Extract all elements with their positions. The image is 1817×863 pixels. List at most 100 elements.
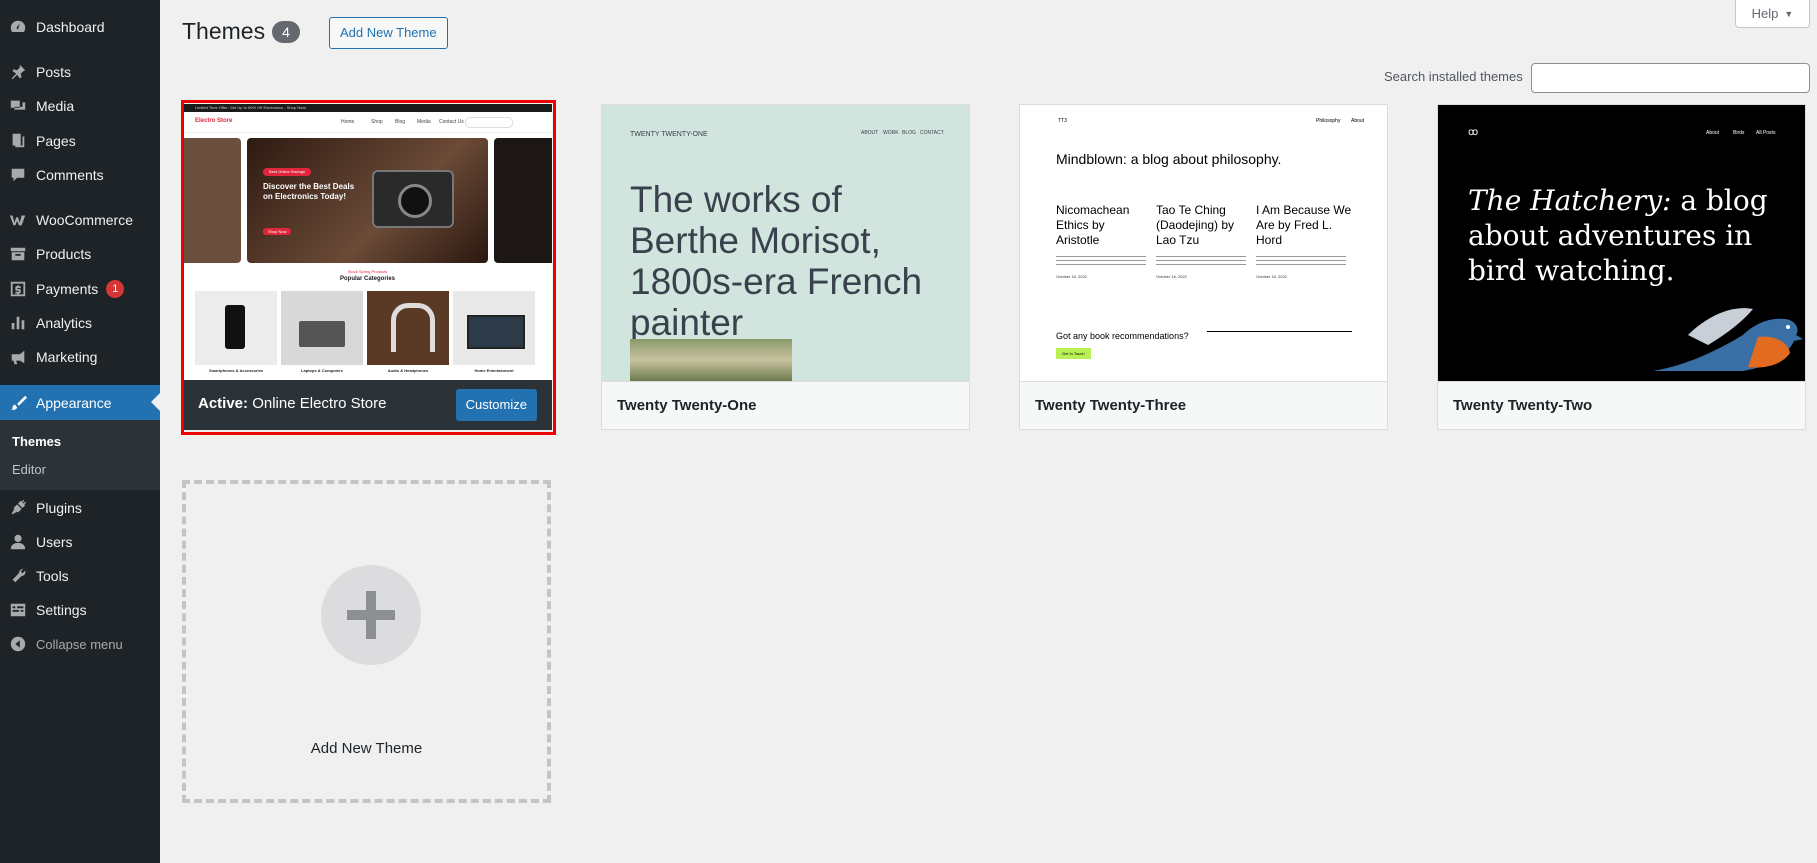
preview-post-title: Tao Te Ching (Daodejing) by Lao Tzu	[1156, 203, 1235, 247]
preview-nav-item: Shop	[371, 119, 383, 125]
admin-sidebar: Dashboard Posts Media Pages Comments Woo…	[0, 0, 160, 863]
preview-slide-next	[494, 138, 552, 263]
preview-section-kicker: Stock Spring Products	[347, 269, 388, 274]
preview-hero-button: Shop Now	[263, 228, 292, 235]
search-installed-themes-input[interactable]	[1531, 63, 1810, 93]
add-new-theme-button[interactable]: Add New Theme	[329, 17, 448, 49]
preview-nav-item: All Posts	[1756, 130, 1776, 136]
page-title: Themes	[182, 18, 266, 44]
bird-illustration-icon	[1653, 308, 1803, 371]
theme-count-badge: 4	[272, 21, 300, 43]
preview-cta-button: Get In Touch	[1056, 348, 1091, 359]
preview-excerpt-lines	[1256, 256, 1346, 266]
preview-category-image	[195, 291, 277, 365]
sidebar-item-settings[interactable]: Settings	[0, 593, 160, 627]
sidebar-item-products[interactable]: Products	[0, 237, 160, 271]
preview-hero: Best Online Savings Discover the Best De…	[247, 138, 488, 263]
preview-nav-item: About	[1706, 130, 1720, 136]
preview-nav-item: WORK	[883, 130, 899, 136]
submenu-item-editor[interactable]: Editor	[12, 462, 46, 477]
preview-nav-item: Blog	[395, 119, 406, 125]
preview-section-title: Popular Categories	[339, 276, 395, 282]
preview-divider	[1207, 331, 1352, 332]
customize-button[interactable]: Customize	[455, 389, 537, 421]
pin-icon	[9, 63, 27, 81]
sidebar-item-payments[interactable]: Payments 1	[0, 272, 160, 306]
media-icon	[9, 97, 27, 115]
sidebar-item-label: Analytics	[36, 315, 93, 331]
preview-excerpt-lines	[1056, 256, 1146, 266]
preview-nav-item: Home	[341, 119, 355, 125]
painting-image	[630, 339, 792, 381]
sidebar-item-pages[interactable]: Pages	[0, 124, 160, 158]
camera-icon	[372, 170, 454, 228]
sidebar-item-label: Tools	[36, 568, 69, 584]
theme-card-active[interactable]: Limited Time Offer: Get Up to 50% Off El…	[183, 104, 552, 430]
sidebar-item-label: Pages	[36, 133, 76, 149]
collapse-menu-label: Collapse menu	[36, 636, 123, 652]
sidebar-item-analytics[interactable]: Analytics	[0, 306, 160, 340]
active-theme-footer: Active: Online Electro Store Customize	[183, 380, 552, 430]
sidebar-item-users[interactable]: Users	[0, 525, 160, 559]
preview-post-date: October 16, 2022	[1056, 274, 1087, 279]
theme-footer: Twenty Twenty-One	[602, 381, 969, 429]
preview-site-title: TWENTY TWENTY-ONE	[630, 131, 708, 138]
theme-screenshot[interactable]: TWENTY TWENTY-ONE ABOUT WORK BLOG CONTAC…	[602, 105, 969, 381]
preview-post-title: I Am Because We Are by Fred L. Hord	[1256, 203, 1352, 247]
theme-screenshot[interactable]: TT3 Philosophy About Mindblown: a blog a…	[1020, 105, 1387, 381]
preview-nav-item: BLOG	[902, 130, 916, 136]
sidebar-item-tools[interactable]: Tools	[0, 559, 160, 593]
preview-hero-badge: Best Online Savings	[263, 168, 312, 176]
sidebar-item-label: Products	[36, 246, 92, 262]
theme-footer: Twenty Twenty-Two	[1438, 381, 1805, 429]
help-label: Help	[1751, 6, 1779, 21]
search-label: Search installed themes	[1384, 69, 1523, 84]
sidebar-item-label: Dashboard	[36, 19, 105, 35]
theme-card-twenty-twenty-three[interactable]: TT3 Philosophy About Mindblown: a blog a…	[1019, 104, 1388, 430]
preview-headline-em: The Hatchery:	[1468, 184, 1672, 217]
theme-screenshot[interactable]: ꝏ About Birds All Posts The Hatchery: a …	[1438, 105, 1805, 381]
preview-post-date: October 16, 2022	[1256, 274, 1287, 279]
theme-screenshot[interactable]: Limited Time Offer: Get Up to 50% Off El…	[183, 104, 552, 380]
preview-excerpt-lines	[1156, 256, 1246, 266]
preview-logo: Electro Store	[195, 118, 233, 124]
woocommerce-icon	[9, 211, 27, 229]
appearance-submenu: Themes Editor	[0, 420, 160, 490]
preview-category-label: Laptops & Computers	[301, 368, 343, 373]
paintbrush-icon	[9, 394, 27, 412]
sidebar-item-label: Comments	[36, 167, 104, 183]
preview-topbar: Limited Time Offer: Get Up to 50% Off El…	[183, 104, 552, 112]
preview-category-image	[367, 291, 449, 365]
preview-search-box	[465, 117, 513, 128]
bar-chart-icon	[9, 314, 27, 332]
sidebar-item-plugins[interactable]: Plugins	[0, 491, 160, 525]
preview-headline: Mindblown: a blog about philosophy.	[1056, 151, 1282, 167]
archive-icon	[9, 245, 27, 263]
sidebar-item-label: Appearance	[36, 394, 112, 411]
sidebar-item-dashboard[interactable]: Dashboard	[0, 10, 160, 44]
sidebar-item-marketing[interactable]: Marketing	[0, 340, 160, 374]
megaphone-icon	[9, 348, 27, 366]
add-new-theme-card[interactable]: Add New Theme	[182, 480, 551, 803]
sidebar-item-comments[interactable]: Comments	[0, 158, 160, 192]
preview-category-image	[453, 291, 535, 365]
sidebar-item-label: Media	[36, 98, 75, 114]
collapse-menu-button[interactable]: Collapse menu	[0, 627, 160, 661]
submenu-item-themes[interactable]: Themes	[12, 434, 61, 449]
sidebar-item-media[interactable]: Media	[0, 89, 160, 123]
sidebar-item-label: Posts	[36, 64, 72, 80]
payments-badge: 1	[106, 280, 125, 298]
theme-footer: Twenty Twenty-Three	[1020, 381, 1387, 429]
sidebar-item-label: Settings	[36, 602, 87, 618]
collapse-arrow-icon	[9, 635, 27, 653]
theme-card-twenty-twenty-one[interactable]: TWENTY TWENTY-ONE ABOUT WORK BLOG CONTAC…	[601, 104, 970, 430]
theme-name: Online Electro Store	[252, 395, 387, 412]
sidebar-item-woocommerce[interactable]: WooCommerce	[0, 203, 160, 237]
preview-cta: Got any book recommendations?	[1056, 331, 1189, 341]
preview-headline: The Hatchery: a blog about adventures in…	[1468, 183, 1778, 288]
preview-nav-item: About	[1351, 118, 1365, 124]
help-tab-button[interactable]: Help ▼	[1735, 0, 1810, 28]
sidebar-item-posts[interactable]: Posts	[0, 55, 160, 89]
sidebar-item-appearance[interactable]: Appearance	[0, 385, 160, 420]
theme-card-twenty-twenty-two[interactable]: ꝏ About Birds All Posts The Hatchery: a …	[1437, 104, 1806, 430]
